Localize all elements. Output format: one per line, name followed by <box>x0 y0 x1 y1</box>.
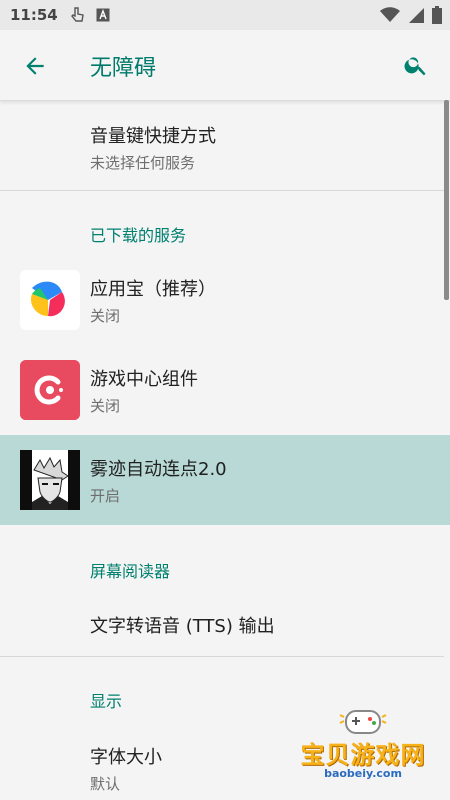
status-time: 11:54 <box>10 6 58 24</box>
search-button[interactable] <box>400 49 432 81</box>
divider <box>0 190 444 191</box>
wifi-icon <box>380 7 400 27</box>
app-bar: 无障碍 <box>0 30 450 101</box>
tts-output-title: 文字转语音 (TTS) 输出 <box>90 616 275 637</box>
service-item-game-center[interactable]: 游戏中心组件 关闭 <box>0 345 444 435</box>
touch-icon <box>68 6 86 24</box>
signal-icon <box>408 7 424 27</box>
section-header-downloaded: 已下载的服务 <box>90 226 187 245</box>
search-icon <box>404 57 426 76</box>
service-status: 关闭 <box>90 397 121 415</box>
section-header-display: 显示 <box>90 692 123 711</box>
service-status: 开启 <box>90 487 121 505</box>
volume-shortcut-item[interactable]: 音量键快捷方式 未选择任何服务 <box>0 100 444 190</box>
section-header-screen-reader: 屏幕阅读器 <box>90 562 171 581</box>
font-size-value: 默认 <box>90 775 121 793</box>
arrow-back-icon <box>26 57 44 75</box>
status-bar: 11:54 <box>0 0 450 30</box>
service-item-yingyongbao[interactable]: 应用宝（推荐） 关闭 <box>0 255 444 345</box>
font-size-title: 字体大小 <box>90 747 162 768</box>
service-item-wuji-autoclicker[interactable]: 雾迹自动连点2.0 开启 <box>0 435 450 525</box>
service-status: 关闭 <box>90 307 121 325</box>
yingyongbao-app-icon <box>20 270 80 330</box>
keyboard-a-icon <box>96 8 110 22</box>
page-title: 无障碍 <box>90 56 157 81</box>
divider <box>0 656 444 657</box>
game-center-app-icon <box>20 360 80 420</box>
watermark-url: baobeiy.com <box>324 767 402 780</box>
back-button[interactable] <box>20 51 50 81</box>
tts-output-item[interactable]: 文字转语音 (TTS) 输出 <box>0 595 444 655</box>
wuji-app-icon <box>20 450 80 510</box>
service-title: 雾迹自动连点2.0 <box>90 459 227 480</box>
gamepad-icon <box>339 710 387 734</box>
watermark-text: 宝贝游戏网 <box>300 741 426 769</box>
service-title: 游戏中心组件 <box>90 369 198 390</box>
watermark-logo: 宝贝游戏网 baobeiy.com <box>288 705 438 795</box>
battery-icon <box>432 6 442 28</box>
scrollbar[interactable] <box>444 100 449 300</box>
service-title: 应用宝（推荐） <box>90 279 216 300</box>
volume-shortcut-subtitle: 未选择任何服务 <box>90 154 196 172</box>
volume-shortcut-title: 音量键快捷方式 <box>90 126 216 147</box>
